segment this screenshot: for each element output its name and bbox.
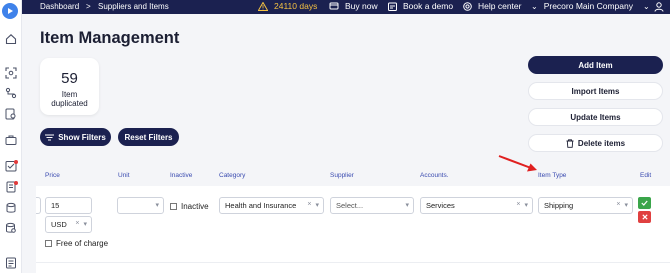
warning-icon [258,1,268,11]
update-items-button[interactable]: Update Items [528,108,663,126]
logo-icon[interactable] [2,3,18,19]
column-header-item-type: Item Type [538,172,567,179]
category-value: Health and Insurance [225,201,297,210]
buy-now-label: Buy now [345,1,378,11]
supplier-placeholder: Select... [336,201,364,210]
search-doc-icon[interactable] [5,108,17,120]
item-type-select[interactable]: Shipping × ▾ [538,197,633,214]
page-title: Item Management [40,29,180,47]
column-header-category: Category [219,172,246,179]
item-type-value: Shipping [544,201,574,210]
days-remaining-text: 24110 days [274,1,318,11]
database-search-icon[interactable] [5,222,17,234]
trash-icon [566,138,574,148]
top-navigation-bar: Dashboard > Suppliers and Items 24110 da… [0,0,670,14]
briefcase-icon[interactable] [5,134,17,146]
inactive-checkbox[interactable]: Inactive [170,202,209,211]
trial-days-indicator: 24110 days [258,1,317,11]
column-header-supplier: Supplier [330,172,354,179]
duplicated-items-card[interactable]: 59 Item duplicated [40,58,99,115]
chevron-down-icon[interactable]: ▾ [315,201,319,209]
company-switcher[interactable]: ⌄ Precoro Main Company ⌄ [531,1,650,11]
inactive-label: Inactive [181,202,209,211]
left-sidebar [0,0,22,273]
category-select[interactable]: Health and Insurance × ▾ [219,197,324,214]
import-items-label: Import Items [571,86,620,96]
add-item-button[interactable]: Add Item [528,56,663,74]
breadcrumb-dashboard[interactable]: Dashboard [40,2,79,11]
chevron-down-icon: ⌄ [643,1,650,11]
chevron-down-icon[interactable]: ▾ [83,220,87,228]
help-center-link[interactable]: Help center [463,1,521,11]
clear-icon[interactable]: × [307,201,311,209]
user-icon[interactable] [654,2,664,12]
supplier-select[interactable]: Select... ▾ [330,197,414,214]
book-demo-link[interactable]: Book a demo [388,1,453,11]
free-of-charge-box[interactable] [45,240,52,247]
route-icon[interactable] [5,87,17,99]
delete-items-label: Delete items [577,138,626,148]
inactive-box[interactable] [170,203,177,210]
chevron-down-icon[interactable]: ▾ [524,201,528,209]
free-of-charge-label: Free of charge [56,239,109,248]
delete-items-button[interactable]: Delete items [528,134,663,152]
clear-icon[interactable]: × [75,220,79,228]
help-center-label: Help center [478,1,522,11]
cart-icon [329,2,339,9]
calendar-icon [388,2,397,11]
column-header-edit: Edit [640,172,652,179]
update-items-label: Update Items [570,112,621,122]
account-value: Services [426,201,455,210]
show-filters-button[interactable]: Show Filters [40,128,111,146]
arrow-annotation-icon [498,155,537,172]
home-icon[interactable] [5,33,17,45]
column-header-accounts: Accounts. [420,172,449,179]
duplicated-label-line-2: duplicated [51,99,88,108]
report-icon[interactable] [5,257,17,269]
row-divider [36,262,670,263]
duplicated-label-line-1: Item [61,90,78,99]
column-header-unit: Unit [118,172,130,179]
filter-icon [45,134,55,140]
show-filters-label: Show Filters [58,132,106,142]
currency-value: USD [51,220,67,229]
lifebuoy-icon [463,1,472,11]
price-input[interactable]: 15 [45,197,92,214]
unit-select[interactable]: ▾ [117,197,164,214]
add-item-label: Add Item [578,60,613,70]
chevron-down-icon[interactable]: ▾ [624,201,628,209]
currency-select[interactable]: USD × ▾ [45,216,92,233]
clear-icon[interactable]: × [516,201,520,209]
close-icon [641,214,648,220]
breadcrumb-separator: > [86,2,91,11]
notification-dot [14,160,18,164]
book-demo-label: Book a demo [403,1,454,11]
account-select[interactable]: Services × ▾ [420,197,533,214]
clear-icon[interactable]: × [616,201,620,209]
buy-now-link[interactable]: Buy now [329,1,378,11]
chevron-down-icon: ⌄ [531,1,538,11]
chevron-down-icon[interactable]: ▾ [155,201,159,209]
chevron-down-icon[interactable]: ▾ [405,201,409,209]
reset-filters-button[interactable]: Reset Filters [118,128,179,146]
reset-filters-label: Reset Filters [124,132,173,142]
database-icon[interactable] [5,202,17,214]
free-of-charge-checkbox[interactable]: Free of charge [45,239,108,248]
notification-dot [14,181,18,185]
breadcrumb-suppliers-and-items[interactable]: Suppliers and Items [98,2,169,11]
price-value: 15 [51,201,60,210]
import-items-button[interactable]: Import Items [528,82,663,100]
check-icon [641,200,648,206]
duplicated-count: 59 [61,70,78,87]
column-header-inactive: Inactive [170,172,193,179]
save-row-button[interactable] [638,197,651,209]
scan-icon[interactable] [5,67,17,79]
column-header-price: Price [45,172,60,179]
company-name: Precoro Main Company [543,1,633,11]
delete-row-button[interactable] [638,211,651,223]
truncated-field[interactable] [36,197,41,214]
